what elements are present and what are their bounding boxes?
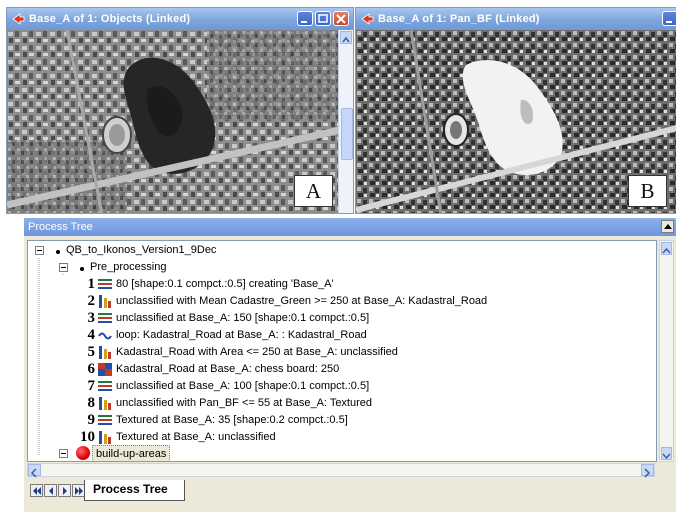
tree-step-4[interactable]: 4 loop: Kadastral_Road at Base_A: : Kada… (78, 327, 638, 344)
tree-step-8[interactable]: 8 unclassified with Pan_BF <= 55 at Base… (78, 395, 638, 412)
window-a-titlebar[interactable]: Base_A of 1: Objects (Linked) (7, 8, 353, 30)
minimize-button[interactable] (297, 11, 313, 26)
next-tab-button[interactable] (58, 484, 71, 497)
tree-group-buildup-areas[interactable]: build-up-areas (92, 445, 171, 461)
chessboard-icon (98, 363, 112, 376)
window-a-title: Base_A of 1: Objects (Linked) (29, 13, 191, 25)
satellite-image-objects[interactable]: A (7, 30, 338, 213)
step-text: Textured at Base_A: unclassified (116, 431, 276, 443)
step-number: 9 (87, 412, 96, 428)
process-tree-title: Process Tree (28, 221, 93, 233)
tree-step-5[interactable]: 5 Kadastral_Road with Area <= 250 at Bas… (78, 344, 638, 361)
classification-icon (99, 431, 111, 444)
scroll-up-arrow[interactable] (661, 242, 672, 255)
tree-group-label: build-up-areas (96, 448, 167, 460)
process-tree-header: Process Tree (24, 218, 676, 236)
classification-icon (99, 346, 111, 359)
image-label-a: A (294, 175, 333, 207)
collapse-preprocessing-toggle[interactable] (59, 263, 68, 272)
scroll-thumb[interactable] (341, 108, 353, 160)
classification-icon (99, 295, 111, 308)
tree-group-label: Pre_processing (90, 261, 167, 273)
maximize-button[interactable] (315, 11, 331, 26)
step-text: loop: Kadastral_Road at Base_A: : Kadast… (116, 329, 367, 341)
window-objects[interactable]: Base_A of 1: Objects (Linked) A (6, 7, 354, 214)
segmentation-icon (98, 313, 112, 323)
red-node-icon (76, 446, 90, 460)
segmentation-icon (98, 279, 112, 289)
collapse-root-toggle[interactable] (35, 246, 44, 255)
process-tree-view[interactable]: QB_to_Ikonos_Version1_9Dec Pre_processin… (27, 240, 657, 462)
process-tree-panel: Process Tree QB_to_Ikonos_Version1_9Dec … (24, 218, 676, 512)
tree-step-9[interactable]: 9 Textured at Base_A: 35 [shape:0.2 comp… (78, 412, 638, 429)
tree-node-bullet (80, 267, 84, 271)
step-number: 2 (87, 293, 96, 309)
step-number: 1 (87, 276, 96, 292)
window-b-title: Base_A of 1: Pan_BF (Linked) (378, 13, 540, 25)
panel-scroll-up-button[interactable] (661, 220, 674, 233)
tree-step-7[interactable]: 7 unclassified at Base_A: 100 [shape:0.1… (78, 378, 638, 395)
aerial-image-a (7, 30, 338, 213)
collapse-buildup-toggle[interactable] (59, 449, 68, 458)
tree-root-label: QB_to_Ikonos_Version1_9Dec (66, 244, 217, 256)
step-number: 6 (87, 361, 96, 377)
image-label-b: B (628, 175, 667, 207)
step-text: unclassified with Mean Cadastre_Green >=… (116, 295, 488, 307)
ecognition-app-icon (12, 13, 25, 25)
tree-group-preprocessing[interactable]: Pre_processing (90, 259, 166, 276)
scroll-up-arrow[interactable] (340, 31, 352, 44)
minimize-button[interactable] (662, 11, 676, 26)
tab-process-tree[interactable]: Process Tree (84, 480, 185, 501)
step-text: unclassified at Base_A: 100 [shape:0.1 c… (116, 380, 370, 392)
ecognition-app-icon (361, 13, 374, 25)
step-text: Kadastral_Road with Area <= 250 at Base_… (116, 346, 398, 358)
step-number: 4 (87, 327, 96, 343)
step-number: 7 (87, 378, 96, 394)
close-button[interactable] (333, 11, 349, 26)
tree-horizontal-scrollbar[interactable] (27, 463, 655, 478)
tree-node-bullet (56, 250, 60, 254)
tree-step-10[interactable]: 10 Textured at Base_A: unclassified (78, 429, 638, 446)
window-a-vertical-scrollbar[interactable] (338, 30, 353, 213)
window-pan-bf[interactable]: Base_A of 1: Pan_BF (Linked) B (355, 7, 676, 214)
scroll-right-arrow[interactable] (641, 464, 654, 478)
tab-label: Process Tree (93, 482, 168, 496)
tree-step-6[interactable]: 6 Kadastral_Road at Base_A: chess board:… (78, 361, 638, 378)
classification-icon (99, 397, 111, 410)
step-number: 8 (87, 395, 96, 411)
tree-vertical-scrollbar[interactable] (659, 240, 674, 462)
segmentation-icon (98, 415, 112, 425)
tab-bar: Process Tree (24, 480, 676, 504)
step-number: 5 (87, 344, 96, 360)
step-text: 80 [shape:0.1 compct.:0.5] creating 'Bas… (116, 278, 334, 290)
previous-tab-button[interactable] (44, 484, 57, 497)
loop-icon (98, 332, 112, 340)
step-number: 3 (87, 310, 96, 326)
first-tab-button[interactable] (30, 484, 43, 497)
tree-root-item[interactable]: QB_to_Ikonos_Version1_9Dec (66, 242, 216, 259)
scroll-left-arrow[interactable] (28, 464, 41, 478)
tree-step-2[interactable]: 2 unclassified with Mean Cadastre_Green … (78, 293, 638, 310)
tree-step-3[interactable]: 3 unclassified at Base_A: 150 [shape:0.1… (78, 310, 638, 327)
segmentation-icon (98, 381, 112, 391)
tree-step-1[interactable]: 1 80 [shape:0.1 compct.:0.5] creating 'B… (78, 276, 638, 293)
step-text: unclassified with Pan_BF <= 55 at Base_A… (116, 397, 373, 409)
step-text: Textured at Base_A: 35 [shape:0.2 compct… (116, 414, 348, 426)
satellite-image-pan-bf[interactable]: B (356, 30, 676, 213)
step-text: unclassified at Base_A: 150 [shape:0.1 c… (116, 312, 370, 324)
scroll-down-arrow[interactable] (661, 447, 672, 460)
step-text: Kadastral_Road at Base_A: chess board: 2… (116, 363, 340, 375)
step-number: 10 (80, 429, 95, 445)
window-b-titlebar[interactable]: Base_A of 1: Pan_BF (Linked) (356, 8, 676, 30)
